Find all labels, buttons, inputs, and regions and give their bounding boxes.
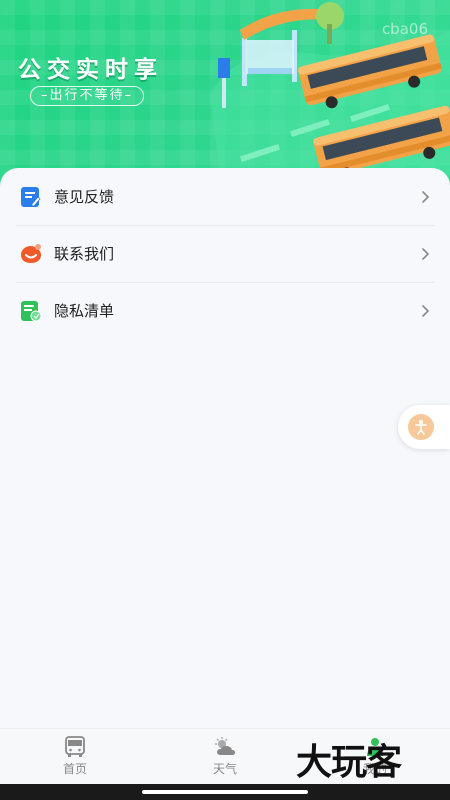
home-indicator[interactable] <box>142 790 308 794</box>
accessibility-float-button[interactable] <box>398 405 450 449</box>
chevron-right-icon <box>422 190 430 203</box>
weather-icon <box>215 737 235 755</box>
banner-title: 公交实时享 <box>18 57 163 83</box>
feedback-edit-icon <box>21 186 41 207</box>
banner-subtitle: –出行不等待– <box>30 86 145 106</box>
menu-item-privacy[interactable]: 隐私清单 <box>0 282 450 339</box>
accessibility-icon <box>408 414 434 440</box>
menu-item-feedback[interactable]: 意见反馈 <box>0 168 450 225</box>
chevron-right-icon <box>422 304 430 317</box>
menu-item-label: 意见反馈 <box>54 188 115 206</box>
menu-item-label: 隐私清单 <box>54 302 115 320</box>
tab-label: 首页 <box>62 762 87 776</box>
menu-item-label: 联系我们 <box>54 245 115 263</box>
settings-menu: 意见反馈 联系我们 隐私清单 <box>0 168 450 339</box>
system-nav-bar <box>0 784 450 800</box>
bus-icon <box>65 736 85 757</box>
tab-label: 天气 <box>212 762 237 776</box>
overlay-watermark: 大玩客 <box>296 741 402 783</box>
menu-card: 意见反馈 联系我们 隐私清单 <box>0 168 450 728</box>
privacy-list-icon <box>21 300 42 321</box>
tab-weather[interactable]: 天气 <box>150 729 300 784</box>
tab-home[interactable]: 首页 <box>0 729 150 784</box>
banner-watermark: cba06 <box>381 20 428 38</box>
contact-chat-icon <box>21 243 41 263</box>
chevron-right-icon <box>422 247 430 260</box>
menu-item-contact[interactable]: 联系我们 <box>0 225 450 282</box>
